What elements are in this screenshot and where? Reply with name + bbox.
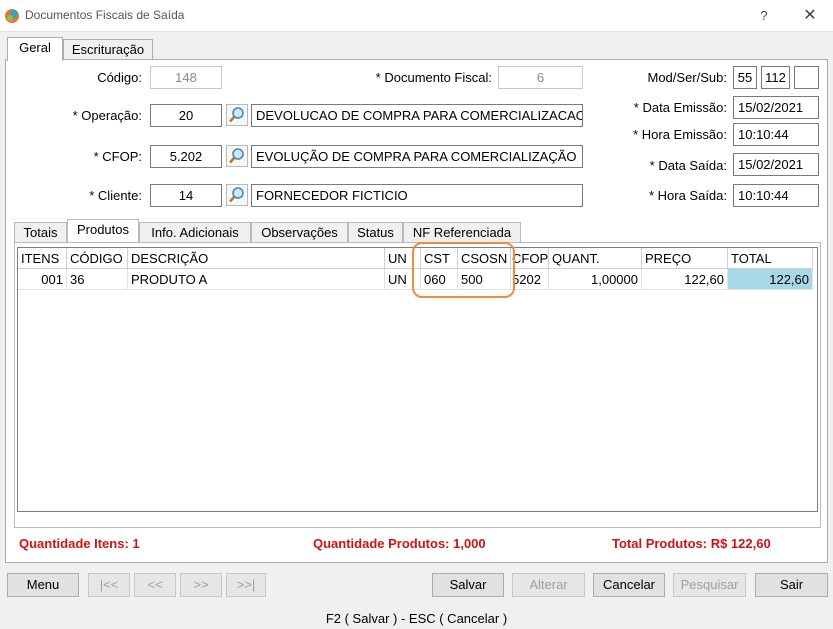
tab-totais[interactable]: Totais: [14, 222, 67, 242]
close-button[interactable]: ✕: [796, 5, 824, 27]
col-preco[interactable]: PREÇO: [642, 248, 728, 269]
first-record-button[interactable]: |<<: [88, 573, 130, 597]
tab-nf-referenciada[interactable]: NF Referenciada: [403, 222, 521, 242]
data-saida-label: * Data Saída:: [649, 158, 727, 173]
table-row-cell-codigo[interactable]: 36: [67, 269, 128, 290]
exit-button[interactable]: Sair: [755, 573, 828, 597]
col-itens[interactable]: ITENS: [18, 248, 67, 269]
data-emissao-field[interactable]: 15/02/2021: [733, 96, 819, 119]
codigo-field[interactable]: 148: [150, 66, 222, 89]
ser-field[interactable]: 112: [761, 66, 790, 89]
app-logo-icon: [5, 9, 19, 23]
total-produtos-value: Total Produtos: R$ 122,60: [612, 536, 771, 551]
cfop-search-button[interactable]: [226, 145, 248, 167]
cfop-code-field[interactable]: 5.202: [150, 145, 222, 168]
hora-emissao-label: * Hora Emissão:: [633, 127, 727, 142]
tab-info-adicionais[interactable]: Info. Adicionais: [139, 222, 251, 242]
tab-status[interactable]: Status: [348, 222, 403, 242]
mod-ser-sub-label: Mod/Ser/Sub:: [647, 70, 728, 85]
tab-observacoes[interactable]: Observações: [251, 222, 348, 242]
prev-record-button[interactable]: <<: [134, 573, 176, 597]
hora-saida-field[interactable]: 10:10:44: [733, 184, 819, 207]
codigo-label: Código:: [97, 70, 142, 85]
cliente-label: * Cliente:: [89, 188, 142, 203]
hora-saida-label: * Hora Saída:: [648, 188, 727, 203]
tab-escrituracao[interactable]: Escrituração: [63, 39, 153, 60]
hora-emissao-field[interactable]: 10:10:44: [733, 123, 819, 146]
pesquisar-button[interactable]: Pesquisar: [673, 573, 746, 597]
title-bar: Documentos Fiscais de Saída ? ✕: [0, 0, 833, 32]
quantidade-itens-total: Quantidade Itens: 1: [19, 536, 140, 551]
next-record-button[interactable]: >>: [180, 573, 222, 597]
cancel-button[interactable]: Cancelar: [593, 573, 665, 597]
save-button[interactable]: Salvar: [432, 573, 504, 597]
quantidade-produtos-total: Quantidade Produtos: 1,000: [313, 536, 486, 551]
cfop-label: * CFOP:: [93, 149, 142, 164]
table-row-cell-preco[interactable]: 122,60: [642, 269, 728, 290]
col-quant[interactable]: QUANT.: [549, 248, 642, 269]
col-descricao[interactable]: DESCRIÇÃO: [128, 248, 385, 269]
magnifier-icon: [229, 107, 244, 123]
menu-button[interactable]: Menu: [7, 573, 79, 597]
shortcut-status-bar: F2 ( Salvar ) - ESC ( Cancelar ): [325, 611, 508, 626]
cliente-code-field[interactable]: 14: [150, 184, 222, 207]
sub-field[interactable]: [794, 66, 819, 89]
tab-produtos[interactable]: Produtos: [67, 219, 139, 242]
col-total[interactable]: TOTAL: [728, 248, 813, 269]
col-codigo[interactable]: CÓDIGO: [67, 248, 128, 269]
window-title: Documentos Fiscais de Saída: [25, 8, 185, 22]
table-row-cell-itens[interactable]: 001: [18, 269, 67, 290]
cliente-search-button[interactable]: [226, 184, 248, 206]
cliente-desc-field[interactable]: FORNECEDOR FICTICIO: [251, 184, 583, 207]
operacao-label: * Operação:: [72, 108, 142, 123]
table-row-cell-total[interactable]: 122,60: [728, 269, 813, 290]
table-row-cell-cfop[interactable]: 5202: [511, 269, 549, 290]
operacao-search-button[interactable]: [226, 104, 248, 126]
cfop-desc-field[interactable]: EVOLUÇÃO DE COMPRA PARA COMERCIALIZAÇÃO: [251, 145, 583, 168]
data-saida-field[interactable]: 15/02/2021: [733, 153, 819, 176]
last-record-button[interactable]: >>|: [226, 573, 266, 597]
alterar-button[interactable]: Alterar: [512, 573, 585, 597]
help-button[interactable]: ?: [752, 5, 776, 27]
col-cfop[interactable]: CFOP: [511, 248, 549, 269]
cst-csosn-highlight: [412, 242, 515, 298]
operacao-code-field[interactable]: 20: [150, 104, 222, 127]
table-row-cell-quant[interactable]: 1,00000: [549, 269, 642, 290]
tab-geral[interactable]: Geral: [7, 37, 63, 61]
magnifier-icon: [229, 187, 244, 203]
magnifier-icon: [229, 148, 244, 164]
documento-fiscal-field[interactable]: 6: [498, 66, 583, 89]
table-row-cell-descricao[interactable]: PRODUTO A: [128, 269, 385, 290]
mod-field[interactable]: 55: [733, 66, 757, 89]
documento-fiscal-label: * Documento Fiscal:: [375, 70, 492, 85]
operacao-desc-field[interactable]: DEVOLUCAO DE COMPRA PARA COMERCIALIZACAO: [251, 104, 583, 127]
data-emissao-label: * Data Emissão:: [633, 100, 727, 115]
